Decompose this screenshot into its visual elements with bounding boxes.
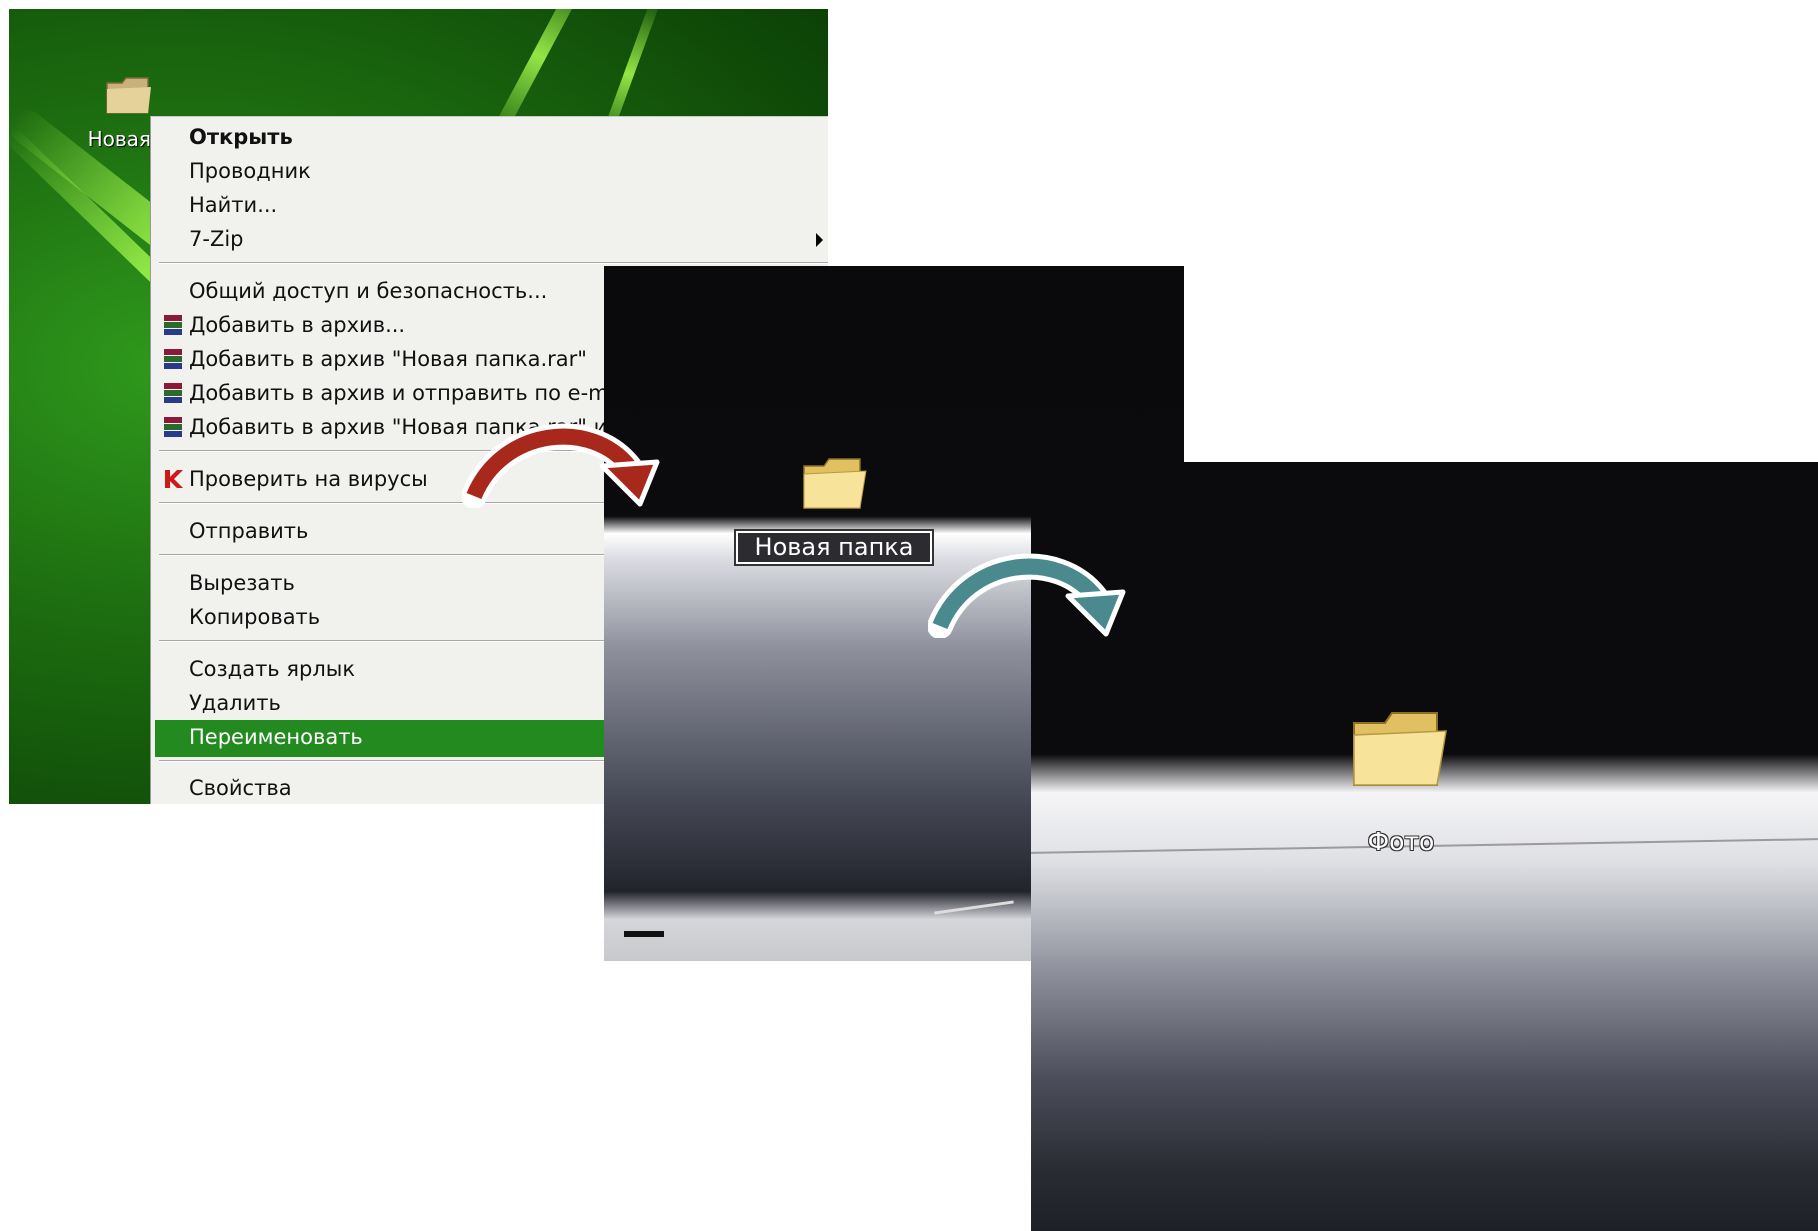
submenu-arrow-icon	[816, 233, 823, 247]
desktop-screenshot-result: Фото	[1031, 462, 1818, 1231]
curved-arrow-teal-icon	[928, 553, 1126, 638]
menu-item-delete[interactable]: Удалить	[189, 691, 281, 715]
menu-item-explorer[interactable]: Проводник	[189, 159, 311, 183]
folder-icon	[803, 458, 867, 509]
rename-input-selected-text: Новая папка	[738, 533, 930, 562]
folder-icon	[106, 77, 151, 114]
folder-icon	[1353, 712, 1447, 786]
menu-item-open[interactable]: Открыть	[189, 125, 293, 149]
menu-item-7zip[interactable]: 7-Zip	[189, 227, 244, 251]
menu-item-scan-viruses[interactable]: Проверить на вирусы	[189, 467, 428, 491]
menu-item-rename[interactable]: Переименовать	[189, 725, 363, 749]
menu-item-sharing-security[interactable]: Общий доступ и безопасность...	[189, 279, 547, 303]
menu-item-add-to-named-archive[interactable]: Добавить в архив "Новая папка.rar"	[189, 347, 587, 371]
renamed-folder-label: Фото	[1367, 827, 1435, 856]
menu-separator	[159, 262, 828, 264]
menu-item-search[interactable]: Найти...	[189, 193, 277, 217]
taskbar-fragment	[624, 931, 664, 937]
rename-input[interactable]: Новая папка	[734, 529, 934, 566]
winrar-icon	[164, 349, 182, 369]
winrar-icon	[164, 315, 182, 335]
menu-item-archive-and-email[interactable]: Добавить в архив и отправить по e-mail..…	[189, 381, 653, 405]
menu-item-copy[interactable]: Копировать	[189, 605, 320, 629]
menu-item-add-to-archive[interactable]: Добавить в архив...	[189, 313, 405, 337]
kaspersky-icon	[165, 470, 183, 488]
menu-item-cut[interactable]: Вырезать	[189, 571, 295, 595]
menu-item-send-to[interactable]: Отправить	[189, 519, 308, 543]
winrar-icon	[164, 383, 182, 403]
menu-item-properties[interactable]: Свойства	[189, 776, 292, 800]
curved-arrow-red-icon	[462, 423, 660, 508]
taskbar-fragment	[934, 900, 1014, 915]
menu-item-create-shortcut[interactable]: Создать ярлык	[189, 657, 355, 681]
winrar-icon	[164, 417, 182, 437]
